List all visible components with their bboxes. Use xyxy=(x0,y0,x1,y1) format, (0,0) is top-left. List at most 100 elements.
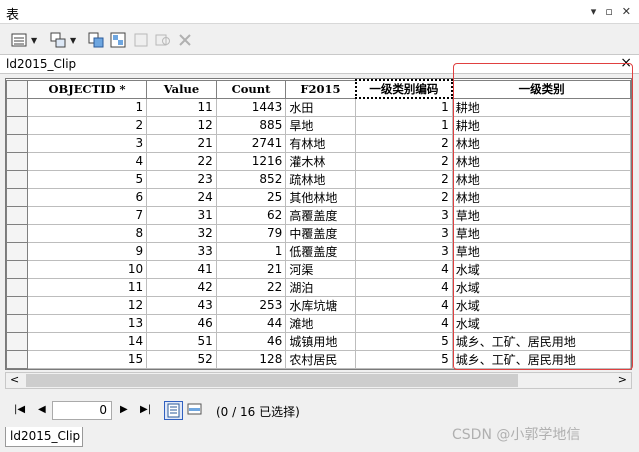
table-cell[interactable]: 51 xyxy=(146,331,217,351)
table-row[interactable]: 13 46 44 滩地 4 水域 xyxy=(6,313,631,333)
table-cell[interactable]: 草地 xyxy=(451,205,631,225)
table-cell[interactable]: 885 xyxy=(215,115,287,135)
table-cell[interactable]: 1 xyxy=(215,241,287,261)
bottom-table-tab[interactable]: ld2015_Clip xyxy=(5,427,83,447)
table-cell[interactable]: 林地 xyxy=(451,133,631,153)
show-selected-records-icon[interactable] xyxy=(186,401,205,420)
table-cell[interactable]: 2 xyxy=(355,169,453,189)
table-cell[interactable]: 低覆盖度 xyxy=(285,241,357,261)
table-cell[interactable]: 11 xyxy=(146,97,217,117)
table-cell[interactable]: 水域 xyxy=(451,313,631,333)
table-cell[interactable]: 3 xyxy=(355,241,453,261)
table-cell[interactable]: 41 xyxy=(146,259,217,279)
table-row[interactable]: 9 33 1 低覆盖度 3 草地 xyxy=(6,241,631,261)
table-cell[interactable]: 草地 xyxy=(451,223,631,243)
table-cell[interactable]: 1216 xyxy=(215,151,287,171)
select-by-attributes-icon[interactable] xyxy=(86,30,106,50)
table-cell[interactable]: 河渠 xyxy=(285,259,357,279)
table-cell[interactable]: 128 xyxy=(215,349,287,369)
table-row[interactable]: 12 43 253 水库坑塘 4 水域 xyxy=(6,295,631,315)
table-cell[interactable]: 14 xyxy=(26,331,148,351)
row-selector[interactable] xyxy=(6,331,28,351)
table-cell[interactable]: 4 xyxy=(355,295,453,315)
table-cell[interactable]: 9 xyxy=(26,241,148,261)
column-header[interactable]: Count xyxy=(215,79,287,99)
table-cell[interactable]: 5 xyxy=(355,367,453,369)
previous-record-icon[interactable]: ◀ xyxy=(38,404,46,415)
table-cell[interactable]: 33 xyxy=(146,241,217,261)
table-cell[interactable]: 46 xyxy=(146,313,217,333)
column-header[interactable]: Value xyxy=(146,79,217,99)
table-cell[interactable]: 4 xyxy=(355,313,453,333)
table-cell[interactable]: 13 xyxy=(26,313,148,333)
table-cell[interactable]: 滩地 xyxy=(285,313,357,333)
table-cell[interactable]: 林地 xyxy=(451,151,631,171)
table-cell[interactable]: 253 xyxy=(215,295,287,315)
table-cell[interactable]: 其他林地 xyxy=(285,187,357,207)
table-options-icon[interactable] xyxy=(9,30,29,50)
row-selector-header[interactable] xyxy=(6,79,28,99)
table-cell[interactable]: 3 xyxy=(355,205,453,225)
next-record-icon[interactable]: ▶ xyxy=(120,404,128,415)
autohide-icon[interactable]: ▫ xyxy=(605,5,612,18)
table-cell[interactable]: 21 xyxy=(215,259,287,279)
table-cell[interactable]: 耕地 xyxy=(451,97,631,117)
row-selector[interactable] xyxy=(6,349,28,369)
table-cell[interactable]: 城乡、工矿、居民用地 xyxy=(451,367,631,369)
scroll-right-icon[interactable]: > xyxy=(618,373,627,386)
scrollbar-thumb[interactable] xyxy=(26,374,518,387)
table-row[interactable]: 8 32 79 中覆盖度 3 草地 xyxy=(6,223,631,243)
table-cell[interactable]: 44 xyxy=(215,313,287,333)
row-selector[interactable] xyxy=(6,187,28,207)
clear-selection-icon[interactable] xyxy=(131,30,151,50)
table-cell[interactable]: 10 xyxy=(26,259,148,279)
table-options-dropdown-icon[interactable]: ▼ xyxy=(31,36,37,45)
table-cell[interactable]: 62 xyxy=(215,205,287,225)
table-cell[interactable]: 2 xyxy=(26,115,148,135)
zoom-to-selected-icon[interactable] xyxy=(153,30,173,50)
table-cell[interactable]: 水域 xyxy=(451,259,631,279)
related-tables-dropdown-icon[interactable]: ▼ xyxy=(70,36,76,45)
table-cell[interactable]: 852 xyxy=(215,169,287,189)
table-cell[interactable]: 52 xyxy=(146,349,217,369)
table-row[interactable]: 10 41 21 河渠 4 水域 xyxy=(6,259,631,279)
table-cell[interactable]: 3 xyxy=(355,223,453,243)
table-row[interactable]: 6 24 25 其他林地 2 林地 xyxy=(6,187,631,207)
table-cell[interactable]: 2 xyxy=(355,133,453,153)
table-cell[interactable]: 15 xyxy=(26,349,148,369)
row-selector[interactable] xyxy=(6,259,28,279)
table-row[interactable]: 165364其他建设5城乡、工矿、居民用地 xyxy=(6,367,631,369)
table-cell[interactable]: 1 xyxy=(355,115,453,135)
first-record-icon[interactable]: |◀ xyxy=(14,404,25,415)
table-cell[interactable]: 43 xyxy=(146,295,217,315)
table-cell[interactable]: 1 xyxy=(355,97,453,117)
row-selector[interactable] xyxy=(6,205,28,225)
table-cell[interactable]: 城镇用地 xyxy=(285,331,357,351)
row-selector[interactable] xyxy=(6,295,28,315)
table-row[interactable]: 14 51 46 城镇用地 5 城乡、工矿、居民用地 xyxy=(6,331,631,351)
table-row[interactable]: 7 31 62 高覆盖度 3 草地 xyxy=(6,205,631,225)
row-selector[interactable] xyxy=(6,241,28,261)
current-record-input[interactable]: 0 xyxy=(52,401,112,420)
table-cell[interactable]: 7 xyxy=(26,205,148,225)
table-cell[interactable]: 1443 xyxy=(215,97,287,117)
table-cell[interactable]: 耕地 xyxy=(451,115,631,135)
table-cell[interactable]: 53 xyxy=(146,367,217,369)
table-cell[interactable]: 中覆盖度 xyxy=(285,223,357,243)
table-row[interactable]: 5 23 852 疏林地 2 林地 xyxy=(6,169,631,189)
table-cell[interactable]: 水域 xyxy=(451,277,631,297)
table-cell[interactable]: 46 xyxy=(215,331,287,351)
table-cell[interactable]: 16 xyxy=(26,367,148,369)
row-selector[interactable] xyxy=(6,115,28,135)
table-cell[interactable]: 8 xyxy=(26,223,148,243)
table-cell[interactable]: 25 xyxy=(215,187,287,207)
table-cell[interactable]: 1 xyxy=(26,97,148,117)
column-header[interactable]: F2015 xyxy=(285,79,357,99)
table-cell[interactable]: 11 xyxy=(26,277,148,297)
table-cell[interactable]: 32 xyxy=(146,223,217,243)
pin-icon[interactable]: ▾ xyxy=(591,5,597,18)
table-cell[interactable]: 水域 xyxy=(451,295,631,315)
table-cell[interactable]: 高覆盖度 xyxy=(285,205,357,225)
table-cell[interactable]: 22 xyxy=(146,151,217,171)
last-record-icon[interactable]: ▶| xyxy=(140,404,151,415)
